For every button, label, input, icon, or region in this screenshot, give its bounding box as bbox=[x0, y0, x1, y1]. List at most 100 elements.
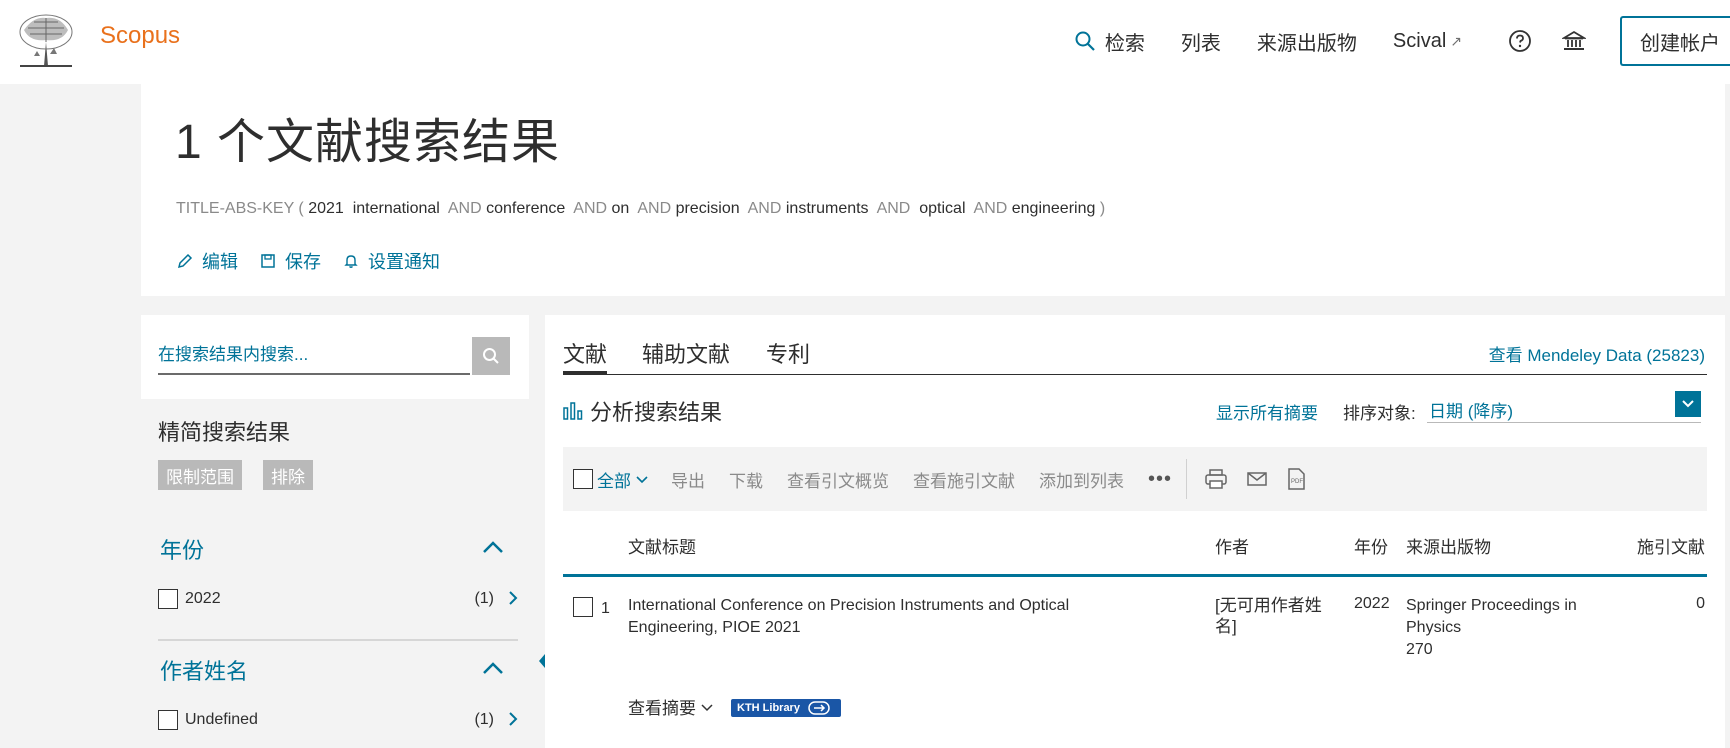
save-icon bbox=[261, 254, 275, 268]
add-to-list-button[interactable]: 添加到列表 bbox=[1039, 467, 1124, 492]
tab-documents[interactable]: 文献 bbox=[563, 337, 608, 375]
set-alert-label: 设置通知 bbox=[368, 252, 440, 272]
query-actions: 编辑 保存 设置通知 bbox=[177, 248, 462, 274]
save-button[interactable]: 保存 bbox=[260, 248, 321, 274]
library-link-button[interactable]: KTH Library bbox=[731, 699, 841, 717]
chevron-down-icon bbox=[636, 476, 648, 484]
search-icon bbox=[483, 348, 499, 364]
query-term: 2021 bbox=[308, 200, 344, 217]
select-all-checkbox[interactable] bbox=[573, 469, 593, 489]
facet-checkbox[interactable] bbox=[158, 589, 178, 609]
query-operator: AND bbox=[573, 200, 608, 217]
top-header: Scopus 检索 列表 来源出版物 Scival ↗ 创建帐户 bbox=[0, 0, 1730, 84]
pencil-icon bbox=[177, 253, 193, 269]
search-within-input[interactable] bbox=[158, 337, 470, 375]
citation-overview-button[interactable]: 查看引文概览 bbox=[787, 467, 889, 492]
facet-author-item: Undefined (1) bbox=[158, 708, 520, 732]
library-link-label: KTH Library bbox=[737, 702, 800, 714]
set-alert-button[interactable]: 设置通知 bbox=[343, 248, 440, 274]
query-term: engineering bbox=[1011, 200, 1096, 217]
column-year: 年份 bbox=[1354, 538, 1388, 557]
tab-secondary-documents[interactable]: 辅助文献 bbox=[642, 337, 730, 375]
create-account-button[interactable]: 创建帐户 bbox=[1620, 16, 1730, 66]
analyze-label: 分析搜索结果 bbox=[590, 400, 723, 425]
nav-search-label: 检索 bbox=[1104, 32, 1145, 55]
main-nav: 检索 列表 来源出版物 Scival ↗ 创建帐户 bbox=[1075, 16, 1730, 66]
nav-sources[interactable]: 来源出版物 bbox=[1257, 27, 1357, 56]
limit-to-button[interactable]: 限制范围 bbox=[158, 460, 242, 490]
tab-patents[interactable]: 专利 bbox=[766, 337, 810, 375]
mendeley-data-link[interactable]: 查看 Mendeley Data (25823) bbox=[1489, 341, 1705, 366]
results-panel: 文献 辅助文献 专利 查看 Mendeley Data (25823) 分析搜索… bbox=[545, 315, 1725, 748]
view-abstract-toggle[interactable]: 查看摘要 bbox=[628, 694, 714, 719]
email-icon[interactable] bbox=[1247, 471, 1267, 487]
nav-scival[interactable]: Scival ↗ bbox=[1393, 30, 1462, 53]
scopus-brand[interactable]: Scopus bbox=[100, 22, 180, 50]
query-term: international bbox=[352, 200, 440, 217]
more-options-button[interactable]: ••• bbox=[1148, 468, 1172, 491]
sort-select[interactable]: 日期 (降序) bbox=[1427, 391, 1701, 423]
chevron-right-icon[interactable] bbox=[508, 711, 518, 727]
refine-title: 精简搜索结果 bbox=[158, 420, 291, 445]
sort-dropdown-button[interactable] bbox=[1675, 391, 1701, 417]
column-title: 文献标题 bbox=[628, 538, 696, 557]
query-string: TITLE-ABS-KEY ( 2021 international AND c… bbox=[176, 200, 1105, 218]
query-term: on bbox=[611, 200, 630, 217]
chevron-right-icon[interactable] bbox=[508, 590, 518, 606]
query-operator: AND bbox=[637, 200, 672, 217]
sort-value: 日期 (降序) bbox=[1429, 402, 1514, 421]
search-within-button[interactable] bbox=[472, 337, 510, 375]
facet-item-count: (1) bbox=[474, 590, 494, 607]
bell-icon bbox=[344, 255, 358, 268]
query-term: precision bbox=[675, 200, 740, 217]
print-icon[interactable] bbox=[1205, 469, 1227, 489]
query-panel: 1 个文献搜索结果 TITLE-ABS-KEY ( 2021 internati… bbox=[141, 84, 1725, 296]
nav-search[interactable]: 检索 bbox=[1075, 27, 1145, 56]
link-out-icon bbox=[808, 701, 830, 715]
chevron-down-icon bbox=[1682, 400, 1694, 408]
export-button[interactable]: 导出 bbox=[671, 467, 705, 492]
search-within-panel bbox=[141, 315, 529, 399]
facet-checkbox[interactable] bbox=[158, 710, 178, 730]
pdf-icon[interactable]: PDF bbox=[1287, 468, 1305, 490]
exclude-button[interactable]: 排除 bbox=[263, 460, 313, 490]
external-link-icon: ↗ bbox=[1450, 32, 1462, 49]
nav-scival-label: Scival bbox=[1392, 29, 1447, 52]
row-year: 2022 bbox=[1354, 595, 1390, 612]
facet-year-title[interactable]: 年份 bbox=[160, 533, 204, 565]
document-title-link[interactable]: International Conference on Precision In… bbox=[628, 595, 1154, 639]
row-checkbox[interactable] bbox=[573, 597, 593, 617]
edit-button[interactable]: 编辑 bbox=[177, 248, 238, 274]
facet-divider bbox=[158, 639, 518, 641]
elsevier-logo[interactable] bbox=[14, 12, 78, 68]
help-icon[interactable] bbox=[1508, 29, 1532, 53]
view-cited-by-button[interactable]: 查看施引文献 bbox=[913, 467, 1015, 492]
row-source: Springer Proceedings in Physics 270 bbox=[1406, 595, 1596, 661]
edit-label: 编辑 bbox=[202, 252, 238, 272]
institution-icon[interactable] bbox=[1562, 29, 1586, 53]
row-authors: [无可用作者姓名] bbox=[1215, 596, 1322, 636]
select-all-dropdown[interactable]: 全部 bbox=[573, 467, 649, 492]
query-operator: AND bbox=[876, 200, 911, 217]
results-toolbar: 全部 导出 下载 查看引文概览 查看施引文献 添加到列表 ••• PDF bbox=[563, 447, 1707, 511]
bar-chart-icon bbox=[563, 402, 583, 420]
row-cited-count[interactable]: 0 bbox=[1696, 595, 1705, 613]
query-term: optical bbox=[919, 200, 966, 217]
nav-lists[interactable]: 列表 bbox=[1181, 27, 1221, 56]
facet-item-label: Undefined bbox=[185, 711, 258, 728]
query-term: conference bbox=[486, 200, 566, 217]
search-icon bbox=[1075, 31, 1095, 51]
download-button[interactable]: 下载 bbox=[729, 467, 763, 492]
column-source: 来源出版物 bbox=[1406, 538, 1491, 557]
chevron-up-icon[interactable] bbox=[482, 540, 504, 554]
analyze-results-button[interactable]: 分析搜索结果 bbox=[563, 395, 722, 427]
chevron-up-icon[interactable] bbox=[482, 661, 504, 675]
chevron-down-icon bbox=[701, 703, 713, 711]
source-title-link[interactable]: Springer Proceedings in Physics bbox=[1406, 595, 1596, 639]
results-title: 1 个文献搜索结果 bbox=[175, 116, 561, 169]
column-cited-by: 施引文献 bbox=[1637, 538, 1705, 557]
facet-author-title[interactable]: 作者姓名 bbox=[160, 654, 248, 686]
show-all-abstracts-link[interactable]: 显示所有摘要 bbox=[1216, 399, 1318, 424]
sort-label: 排序对象: bbox=[1343, 404, 1416, 423]
column-authors: 作者 bbox=[1215, 538, 1249, 557]
